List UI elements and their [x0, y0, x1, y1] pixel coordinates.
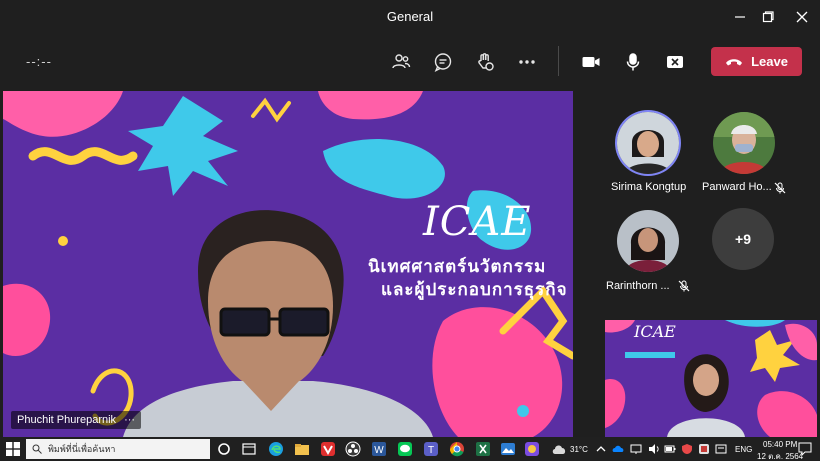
app-tray-icon[interactable]	[698, 443, 710, 455]
shield-icon[interactable]	[681, 443, 693, 455]
speaker-name-tag: Phuchit Phureparnik ···	[11, 411, 142, 429]
task-view-icon[interactable]	[241, 441, 257, 457]
more-icon[interactable]	[515, 50, 539, 74]
obs-icon[interactable]	[345, 441, 361, 457]
title-bar: General	[0, 0, 820, 34]
line-icon[interactable]	[397, 441, 413, 457]
search-placeholder: พิมพ์ที่นี่เพื่อค้นหา	[48, 444, 116, 454]
chat-icon[interactable]	[431, 50, 455, 74]
participant-name-3: Rarinthorn ...	[606, 280, 670, 292]
taskbar-search-box[interactable]: พิมพ์ที่นี่เพื่อค้นหา	[26, 439, 210, 459]
more-participants-button[interactable]: +9	[712, 208, 774, 270]
avatar-photo	[617, 112, 679, 174]
participant-name-2: Panward Ho...	[702, 181, 772, 193]
camera-icon[interactable]	[579, 50, 603, 74]
cortana-icon[interactable]	[216, 441, 232, 457]
language-indicator[interactable]: ENG	[735, 445, 752, 454]
mic-off-icon	[774, 182, 786, 194]
battery-icon[interactable]	[664, 443, 676, 455]
share-screen-icon[interactable]	[663, 50, 687, 74]
weather-temperature: 31°C	[570, 445, 588, 454]
weather-cloud-icon[interactable]	[551, 443, 567, 455]
meeting-toolbar: --:-- Leave	[0, 34, 820, 90]
onedrive-icon[interactable]	[612, 443, 624, 455]
edge-icon[interactable]	[268, 441, 284, 457]
speaker-icon[interactable]	[648, 443, 660, 455]
notification-icon[interactable]	[798, 442, 812, 456]
input-method-icon[interactable]	[715, 443, 727, 455]
brand-text: ICAE	[423, 199, 532, 245]
chrome-icon[interactable]	[449, 441, 465, 457]
self-brand-text: ICAE	[634, 322, 676, 341]
teams-icon[interactable]: T	[423, 441, 439, 457]
leave-label: Leave	[751, 54, 788, 69]
people-icon[interactable]	[389, 50, 413, 74]
speaker-name: Phuchit Phureparnik	[17, 414, 117, 426]
mic-icon[interactable]	[621, 50, 645, 74]
leave-button[interactable]: Leave	[711, 47, 802, 76]
participant-name-1: Sirima Kongtup	[611, 181, 687, 193]
speaker-more-button[interactable]: ···	[124, 414, 135, 426]
close-window-button[interactable]	[791, 6, 813, 28]
toolbar-divider	[558, 46, 559, 76]
self-preview-video[interactable]: ICAE	[605, 320, 817, 437]
meeting-timer: --:--	[26, 54, 52, 69]
windows-start-icon[interactable]	[6, 442, 20, 456]
vivaldi-icon[interactable]	[320, 441, 336, 457]
file-explorer-icon[interactable]	[294, 441, 310, 457]
svg-text:T: T	[428, 445, 434, 456]
phone-hangup-icon	[726, 58, 743, 65]
participant-avatar-2[interactable]	[713, 112, 775, 174]
windows-taskbar: พิมพ์ที่นี่เพื่อค้นหา W T 31°C ENG 05:40…	[0, 437, 820, 461]
participant-avatar-3[interactable]	[617, 210, 679, 272]
participant-avatar-1[interactable]	[617, 112, 679, 174]
mic-off-icon	[678, 280, 690, 292]
clock-date[interactable]: 12 ต.ค. 2564	[757, 450, 803, 461]
reactions-icon[interactable]	[473, 50, 497, 74]
window-title: General	[386, 9, 434, 24]
chevron-up-icon[interactable]	[596, 444, 606, 454]
clock-time[interactable]: 05:40 PM	[763, 440, 797, 449]
main-speaker-video[interactable]: ICAE นิเทศศาสตร์นวัตกรรม และผู้ประกอบการ…	[3, 91, 573, 437]
excel-icon[interactable]	[475, 441, 491, 457]
photos-icon[interactable]	[500, 441, 516, 457]
paint-icon[interactable]	[524, 441, 540, 457]
avatar-photo	[617, 210, 679, 272]
svg-text:W: W	[374, 445, 384, 456]
search-icon	[32, 444, 42, 454]
minimize-button[interactable]	[729, 6, 751, 28]
network-icon[interactable]	[630, 443, 642, 455]
avatar-photo	[713, 112, 775, 174]
tagline-line2: และผู้ประกอบการธุรกิจ	[381, 280, 568, 299]
maximize-button[interactable]	[757, 6, 779, 28]
teams-meeting-window: General --:-- Leave ICAE นิเทศศาสตร์นวัต…	[0, 0, 820, 461]
word-icon[interactable]: W	[371, 441, 387, 457]
